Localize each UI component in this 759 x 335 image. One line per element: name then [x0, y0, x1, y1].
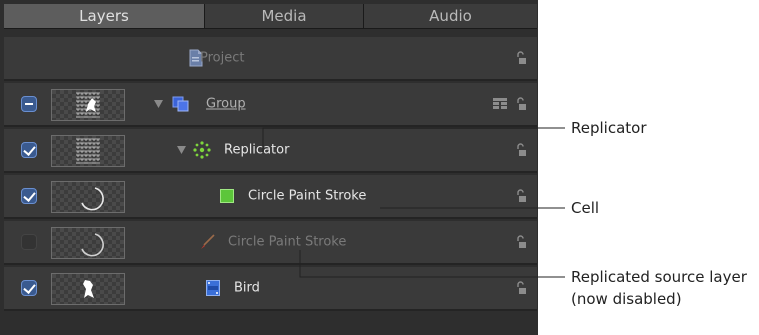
tab-layers[interactable]: Layers: [4, 4, 205, 28]
green-cell-icon: [220, 189, 234, 203]
callout-cell: Cell: [571, 199, 600, 217]
layer-thumbnail: [51, 181, 125, 213]
bird-thumbnail: [83, 280, 94, 298]
lock-icon[interactable]: [515, 143, 527, 157]
paint-brush-icon: [201, 234, 215, 249]
layer-row-replicator[interactable]: Replicator: [4, 129, 537, 173]
lock-icon[interactable]: [515, 189, 527, 203]
layer-enable-checkbox[interactable]: [21, 234, 37, 250]
layer-stack-icon[interactable]: [493, 98, 507, 110]
layer-label: Replicator: [224, 142, 290, 158]
lock-icon[interactable]: [515, 235, 527, 249]
layers-panel: Layers Media Audio Project Group Replica…: [0, 0, 538, 335]
callout-replicator: Replicator: [571, 119, 647, 137]
replicator-icon: [193, 141, 211, 159]
lock-icon[interactable]: [515, 281, 527, 295]
layer-row-project[interactable]: Project: [4, 37, 537, 81]
layer-enable-checkbox[interactable]: [21, 96, 37, 112]
layer-label: Circle Paint Stroke: [248, 188, 367, 204]
callout-source-line1: Replicated source layer: [571, 268, 747, 286]
layer-label: Bird: [234, 280, 260, 296]
layer-label: Group: [206, 96, 246, 112]
circle-stroke-thumbnail: [81, 233, 104, 257]
layer-row-cell[interactable]: Circle Paint Stroke: [4, 175, 537, 219]
layer-thumbnail: [51, 135, 125, 167]
callout-source-line2: (now disabled): [571, 290, 682, 308]
layer-thumbnail: [51, 227, 125, 259]
tab-media[interactable]: Media: [205, 4, 364, 28]
layer-enable-checkbox[interactable]: [21, 142, 37, 158]
layer-thumbnail: [51, 89, 125, 121]
disclosure-triangle-icon[interactable]: [154, 100, 163, 108]
layer-label: Project: [200, 50, 245, 66]
lock-icon[interactable]: [515, 97, 527, 111]
disclosure-triangle-icon[interactable]: [177, 146, 186, 154]
layer-row-bird[interactable]: Bird: [4, 267, 537, 311]
birds-pattern-thumbnail: [76, 138, 100, 164]
layer-row-group[interactable]: Group: [4, 83, 537, 127]
layer-row-source-disabled[interactable]: Circle Paint Stroke: [4, 221, 537, 265]
lock-icon[interactable]: [515, 51, 527, 65]
tab-bar: Layers Media Audio: [4, 4, 537, 29]
circle-stroke-thumbnail: [81, 187, 104, 211]
birds-pattern-thumbnail: [76, 92, 100, 118]
tab-audio[interactable]: Audio: [364, 4, 537, 28]
layer-thumbnail: [51, 273, 125, 305]
layer-label: Circle Paint Stroke: [228, 234, 347, 250]
layer-enable-checkbox[interactable]: [21, 280, 37, 296]
group-layers-icon: [172, 96, 189, 112]
layer-enable-checkbox[interactable]: [21, 188, 37, 204]
image-layer-icon: [206, 280, 220, 296]
